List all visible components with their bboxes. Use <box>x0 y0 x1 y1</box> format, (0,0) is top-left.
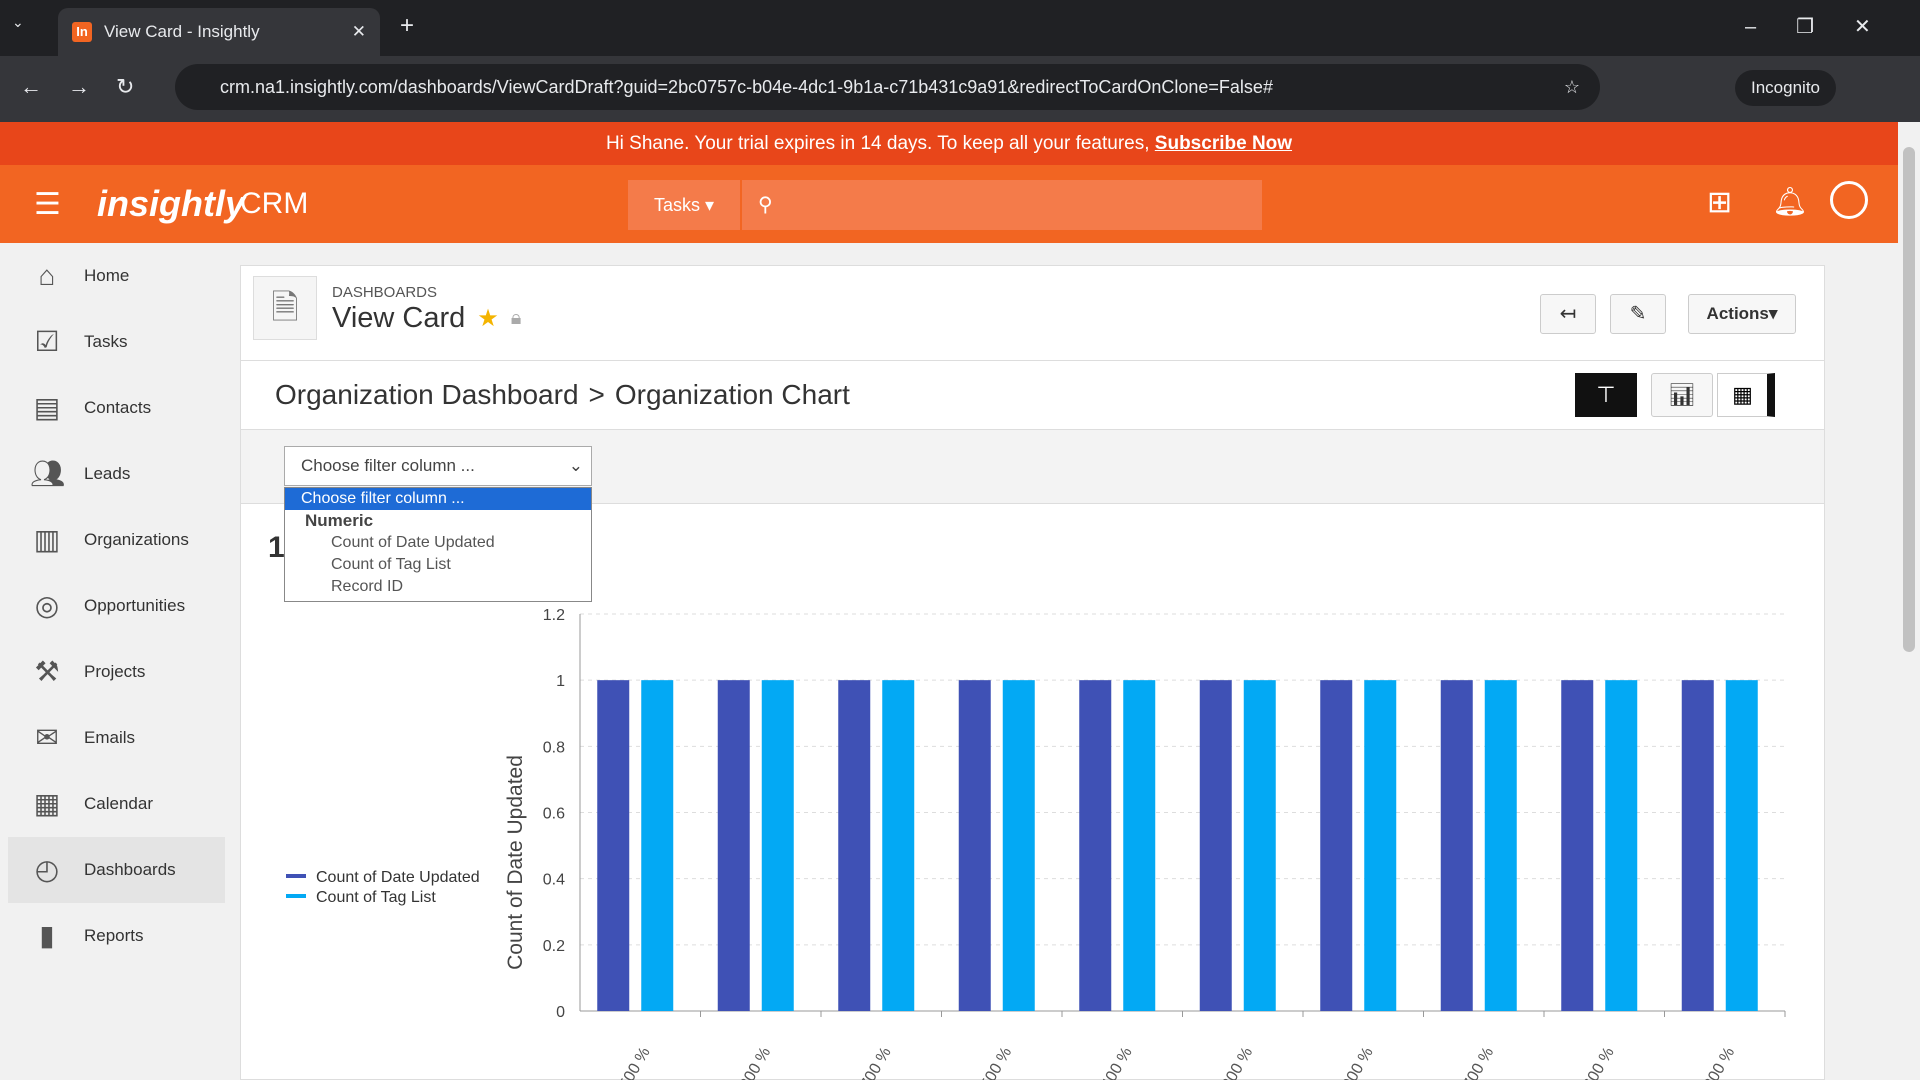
x-tick-label: 61,300 % <box>1690 1045 1739 1080</box>
x-tick-label: 92,300 % <box>726 1045 775 1080</box>
bar-tag-list[interactable] <box>1123 680 1156 1011</box>
x-tick-label: 62,000 % <box>1328 1045 1377 1080</box>
y-tick-label: 0 <box>556 1004 565 1021</box>
bar-date-updated[interactable] <box>1561 680 1594 1011</box>
bar-date-updated[interactable] <box>1320 680 1353 1011</box>
bar-date-updated[interactable] <box>1440 680 1473 1011</box>
y-tick-label: 0.8 <box>543 739 565 756</box>
bar-tag-list[interactable] <box>641 680 674 1011</box>
dropdown-group-numeric: Numeric <box>305 511 374 530</box>
bar-tag-list[interactable] <box>1725 680 1758 1011</box>
x-tick-label: 47,500 % <box>605 1045 654 1080</box>
x-tick-label: 61,600 % <box>1569 1045 1618 1080</box>
bar-tag-list[interactable] <box>1605 680 1638 1011</box>
legend-swatch <box>286 894 306 898</box>
dropdown-option-placeholder[interactable]: Choose filter column ... <box>285 488 591 510</box>
x-tick-label: 62,500 % <box>967 1045 1016 1080</box>
bar-date-updated[interactable] <box>597 680 630 1011</box>
bar-tag-list[interactable] <box>761 680 794 1011</box>
x-tick-label: 62,300 % <box>1208 1045 1257 1080</box>
y-tick-label: 1 <box>556 673 565 690</box>
dropdown-option[interactable]: Count of Tag List <box>285 554 591 576</box>
bar-tag-list[interactable] <box>1364 680 1397 1011</box>
y-axis-label: Count of Date Updated <box>504 755 527 970</box>
bar-tag-list[interactable] <box>882 680 915 1011</box>
bar-date-updated[interactable] <box>1079 680 1112 1011</box>
legend-label[interactable]: Count of Tag List <box>316 889 436 906</box>
dropdown-option[interactable]: Record ID <box>285 576 591 598</box>
bar-date-updated[interactable] <box>1681 680 1714 1011</box>
x-tick-label: 62,700 % <box>846 1045 895 1080</box>
y-tick-label: 0.4 <box>543 872 565 889</box>
bar-date-updated[interactable] <box>838 680 871 1011</box>
bar-date-updated[interactable] <box>717 680 750 1011</box>
bar-tag-list[interactable] <box>1484 680 1517 1011</box>
legend-label[interactable]: Count of Date Updated <box>316 869 480 886</box>
x-tick-label: 62,400 % <box>1087 1045 1136 1080</box>
filter-dropdown-list: Choose filter column ... Numeric Count o… <box>284 487 592 602</box>
dropdown-option[interactable]: Count of Date Updated <box>285 532 591 554</box>
legend-swatch <box>286 874 306 878</box>
scrollbar-thumb[interactable] <box>1903 147 1915 652</box>
y-tick-label: 0.2 <box>543 938 565 955</box>
bar-tag-list[interactable] <box>1243 680 1276 1011</box>
page-scrollbar[interactable] <box>1898 122 1920 1080</box>
y-tick-label: 0.6 <box>543 806 565 823</box>
x-tick-label: 61,700 % <box>1449 1045 1498 1080</box>
bar-date-updated[interactable] <box>958 680 991 1011</box>
y-tick-label: 1.2 <box>543 607 565 624</box>
bar-tag-list[interactable] <box>1002 680 1035 1011</box>
bar-date-updated[interactable] <box>1199 680 1232 1011</box>
